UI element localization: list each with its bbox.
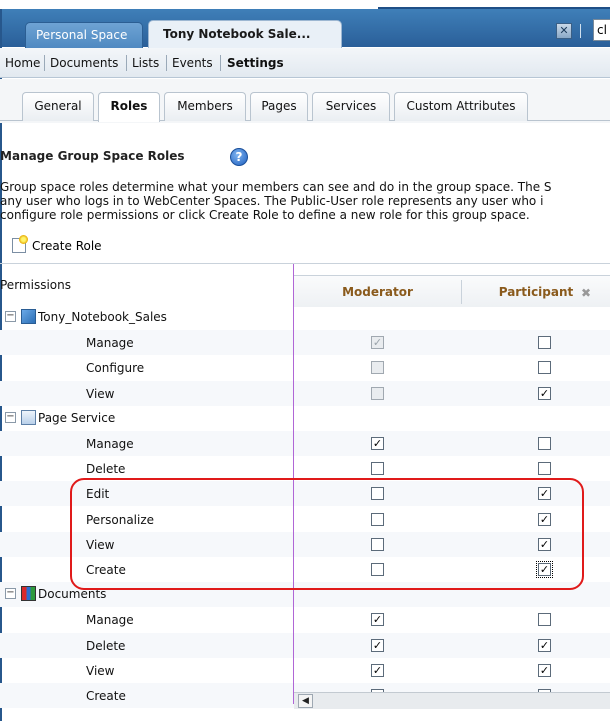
permission-row: Configure (0, 355, 610, 380)
tab-members[interactable]: Members (164, 92, 246, 121)
tab-group-space[interactable]: Tony Notebook Sale... (148, 20, 342, 48)
nav-documents[interactable]: Documents (50, 48, 118, 78)
tab-general[interactable]: General (22, 92, 94, 121)
description: Group space roles determine what your me… (0, 180, 610, 222)
permissions-header: Permissions (0, 278, 71, 292)
nav-divider (220, 55, 221, 71)
permission-label: Configure (86, 361, 145, 376)
moderator-checkbox[interactable] (371, 462, 384, 476)
page-title: Manage Group Space Roles (0, 149, 185, 163)
collapse-icon[interactable]: − (5, 411, 16, 423)
group-label: Tony_Notebook_Sales (38, 310, 167, 324)
participant-checkbox[interactable] (538, 462, 551, 476)
moderator-checkbox (371, 386, 384, 400)
permission-label: Manage (86, 437, 134, 451)
page-service-icon (21, 409, 36, 425)
permission-label: Manage (86, 336, 134, 351)
table-top-border (0, 263, 610, 264)
participant-checkbox[interactable] (538, 336, 551, 350)
tab-custom-attributes[interactable]: Custom Attributes (394, 92, 528, 121)
moderator-checkbox[interactable]: ✓ (371, 437, 384, 450)
moderator-checkbox[interactable]: ✓ (371, 663, 384, 677)
moderator-checkbox: ✓ (371, 336, 384, 350)
group-space-nav: Home Documents Lists Events Settings (0, 48, 610, 78)
permission-row: Delete ✓ ✓ (0, 632, 610, 658)
top-tab-bar: Personal Space Tony Notebook Sale... ✕ c… (0, 0, 610, 48)
help-icon[interactable]: ? (230, 148, 248, 166)
scroll-left-icon[interactable]: ◀ (298, 694, 313, 708)
documents-icon (21, 586, 36, 602)
permission-label: Delete (86, 638, 126, 653)
participant-checkbox[interactable] (538, 437, 551, 450)
permission-label: Create (86, 689, 126, 703)
remove-role-icon[interactable]: ✖ (581, 286, 591, 300)
participant-checkbox[interactable]: ✓ (538, 638, 551, 652)
nav-home[interactable]: Home (5, 48, 40, 78)
tab-personal-space[interactable]: Personal Space (25, 22, 143, 48)
collapse-icon[interactable]: − (5, 311, 16, 322)
nav-divider (166, 55, 167, 71)
nav-divider (44, 55, 45, 71)
create-role-button[interactable]: Create Role (32, 239, 102, 253)
search-input[interactable]: cl (593, 19, 610, 41)
nav-settings[interactable]: Settings (227, 48, 284, 78)
permission-row: Manage ✓ (0, 330, 610, 356)
permission-label: Delete (86, 462, 126, 477)
close-icon[interactable]: ✕ (556, 23, 572, 39)
participant-checkbox[interactable] (538, 613, 551, 627)
group-row: − Tony_Notebook_Sales (0, 305, 610, 330)
description-line: any user who logs in to WebCenter Spaces… (0, 194, 544, 208)
nav-lists[interactable]: Lists (132, 48, 159, 78)
group-label: Page Service (38, 410, 116, 425)
collapse-icon[interactable]: − (5, 588, 16, 600)
permission-label: View (86, 663, 115, 678)
description-line: configure role permissions or click Crea… (0, 208, 530, 222)
create-role-icon[interactable] (12, 235, 28, 253)
column-header-moderator[interactable]: Moderator (294, 285, 461, 299)
participant-checkbox[interactable] (538, 361, 551, 375)
moderator-checkbox[interactable]: ✓ (371, 613, 384, 627)
highlight-annotation (70, 478, 584, 590)
horizontal-scrollbar[interactable] (294, 692, 610, 709)
nav-divider (126, 55, 127, 71)
tab-pages[interactable]: Pages (250, 92, 308, 121)
permission-row: View ✓ (0, 380, 610, 406)
nav-events[interactable]: Events (172, 48, 213, 78)
permission-row: Manage ✓ (0, 431, 610, 456)
group-row: − Page Service (0, 406, 610, 431)
participant-checkbox[interactable]: ✓ (538, 663, 551, 677)
participant-checkbox[interactable]: ✓ (538, 386, 551, 400)
group-space-icon (21, 309, 36, 324)
permission-label: View (86, 386, 115, 401)
permission-row: Manage ✓ (0, 607, 610, 632)
tab-services[interactable]: Services (312, 92, 390, 121)
permission-row: View ✓ ✓ (0, 658, 610, 683)
description-line: Group space roles determine what your me… (0, 180, 552, 194)
toolbar-divider (580, 24, 581, 38)
moderator-checkbox (371, 361, 384, 375)
tab-roles[interactable]: Roles (98, 92, 160, 122)
moderator-checkbox[interactable]: ✓ (371, 638, 384, 652)
permission-label: Manage (86, 613, 134, 628)
